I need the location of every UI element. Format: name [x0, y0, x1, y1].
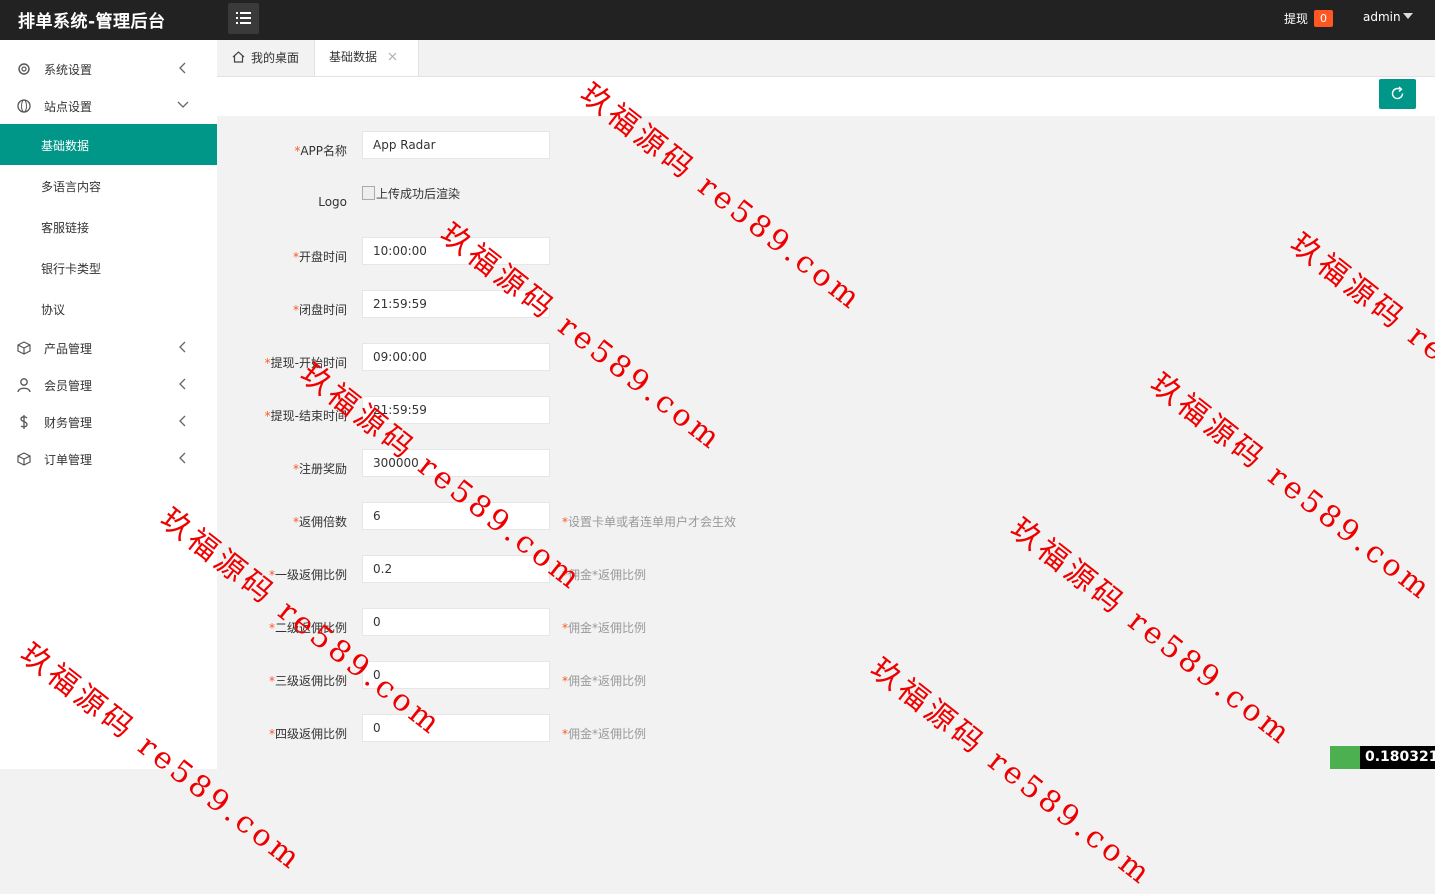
user-icon — [17, 378, 31, 393]
refresh-button[interactable] — [1379, 79, 1416, 109]
box-icon — [17, 341, 31, 355]
chevron-left-icon — [179, 378, 186, 390]
watermark: 玖福源码 re589.com — [863, 651, 1160, 893]
dollar-icon — [20, 415, 28, 429]
open-time-input[interactable] — [362, 237, 550, 265]
commission-multiple-hint: *设置卡单或者连单用户才会生效 — [562, 515, 737, 529]
watermark: 玖福源码 re589.com — [1003, 511, 1300, 753]
sidebar-item-finance[interactable]: 财务管理 — [0, 403, 217, 440]
caret-down-icon[interactable] — [1403, 13, 1413, 19]
sidebar-item-site[interactable]: 站点设置 — [0, 87, 217, 124]
box-icon — [17, 452, 31, 466]
sidebar-item-order[interactable]: 订单管理 — [0, 440, 217, 477]
refresh-icon — [1391, 86, 1404, 100]
form-label-level3: *三级返佣比例 — [268, 674, 347, 688]
logo-image[interactable]: 上传成功后渲染 — [362, 185, 460, 202]
level3-ratio-input[interactable] — [362, 661, 550, 689]
top-bar: 排单系统-管理后台 提现 0 admin — [0, 0, 1435, 40]
level4-ratio-hint: *佣金*返佣比例 — [562, 727, 647, 741]
form-label-close-time: *闭盘时间 — [292, 303, 347, 317]
gear-icon — [18, 63, 30, 75]
form-label-withdraw-end: *提现-结束时间 — [264, 409, 347, 423]
sidebar-item-label: 财务管理 — [44, 416, 93, 430]
close-icon[interactable] — [388, 52, 397, 61]
sidebar-item-label: 产品管理 — [44, 342, 93, 356]
form-label-open-time: *开盘时间 — [292, 250, 347, 264]
chevron-left-icon — [179, 452, 186, 464]
sidebar-item-system[interactable]: 系统设置 — [0, 50, 217, 87]
withdraw-end-time-input[interactable] — [362, 396, 550, 424]
chevron-left-icon — [179, 415, 186, 427]
logo-alt-text: 上传成功后渲染 — [376, 187, 461, 201]
tab-bar: 我的桌面 基础数据 — [217, 40, 1435, 77]
sidebar-subitem-agreement[interactable]: 协议 — [0, 288, 217, 329]
sidebar-subitem-bank-card-types[interactable]: 银行卡类型 — [0, 247, 217, 288]
form-label-withdraw-start: *提现-开始时间 — [264, 356, 347, 370]
form-label-level4: *四级返佣比例 — [268, 727, 347, 741]
sidebar-item-product[interactable]: 产品管理 — [0, 329, 217, 366]
form-label-commission-multiple: *返佣倍数 — [292, 515, 347, 529]
admin-user-menu[interactable]: admin — [1363, 10, 1401, 24]
sidebar-subitem-languages[interactable]: 多语言内容 — [0, 165, 217, 206]
sidebar-subitem-label: 银行卡类型 — [41, 262, 102, 276]
sidebar-item-label: 系统设置 — [44, 63, 93, 77]
menu-toggle-button[interactable] — [228, 3, 259, 34]
register-bonus-input[interactable] — [362, 449, 550, 477]
chevron-left-icon — [179, 341, 186, 353]
watermark: 玖福源码 re589.com — [1283, 226, 1435, 468]
globe-icon — [17, 99, 31, 113]
form-label-level2: *二级返佣比例 — [268, 621, 347, 635]
form-label-app-name: *APP名称 — [294, 144, 347, 158]
chevron-left-icon — [179, 62, 186, 74]
render-timer-badge: 0.180321s — [1330, 746, 1435, 769]
level2-ratio-hint: *佣金*返佣比例 — [562, 621, 647, 635]
form-label-level1: *一级返佣比例 — [268, 568, 347, 582]
form-label-logo: Logo — [318, 195, 347, 209]
home-icon — [232, 51, 245, 63]
sidebar-subitem-label: 基础数据 — [41, 139, 90, 153]
render-time: 0.180321s — [1365, 749, 1435, 765]
commission-multiple-input[interactable] — [362, 502, 550, 530]
form-label-register-bonus: *注册奖励 — [292, 462, 347, 476]
withdraw-start-time-input[interactable] — [362, 343, 550, 371]
sidebar-subitem-label: 多语言内容 — [41, 180, 102, 194]
sidebar-item-label: 站点设置 — [44, 100, 93, 114]
app-name-input[interactable] — [362, 131, 550, 159]
chevron-down-icon — [177, 101, 189, 108]
broken-image-icon — [362, 186, 375, 200]
content-toolbar — [217, 77, 1435, 116]
tab-home[interactable]: 我的桌面 — [217, 40, 314, 76]
sidebar-item-label: 订单管理 — [44, 453, 93, 467]
sidebar-subitem-label: 协议 — [41, 303, 66, 317]
sidebar-subitem-support-links[interactable]: 客服链接 — [0, 206, 217, 247]
sidebar-item-label: 会员管理 — [44, 379, 93, 393]
menu-list-icon — [236, 12, 251, 24]
level2-ratio-input[interactable] — [362, 608, 550, 636]
level1-ratio-input[interactable] — [362, 555, 550, 583]
level1-ratio-hint: *佣金*返佣比例 — [562, 568, 647, 582]
sidebar: 系统设置 站点设置 基础数据 多语言内容 客服链接 银行卡类型 协议 产品管理 … — [0, 40, 217, 769]
level4-ratio-input[interactable] — [362, 714, 550, 742]
level3-ratio-hint: *佣金*返佣比例 — [562, 674, 647, 688]
withdraw-count-badge: 0 — [1314, 10, 1333, 27]
tab-label: 我的桌面 — [251, 51, 300, 65]
tab-basic-data[interactable]: 基础数据 — [314, 40, 419, 76]
tab-label: 基础数据 — [329, 50, 378, 64]
watermark: 玖福源码 re589.com — [1143, 366, 1435, 608]
leaf-icon — [1330, 746, 1360, 769]
sidebar-item-member[interactable]: 会员管理 — [0, 366, 217, 403]
sidebar-subitem-label: 客服链接 — [41, 221, 90, 235]
app-title: 排单系统-管理后台 — [18, 12, 166, 32]
close-time-input[interactable] — [362, 290, 550, 318]
sidebar-subitem-basic-data[interactable]: 基础数据 — [0, 124, 217, 165]
withdraw-link[interactable]: 提现 — [1284, 10, 1308, 27]
